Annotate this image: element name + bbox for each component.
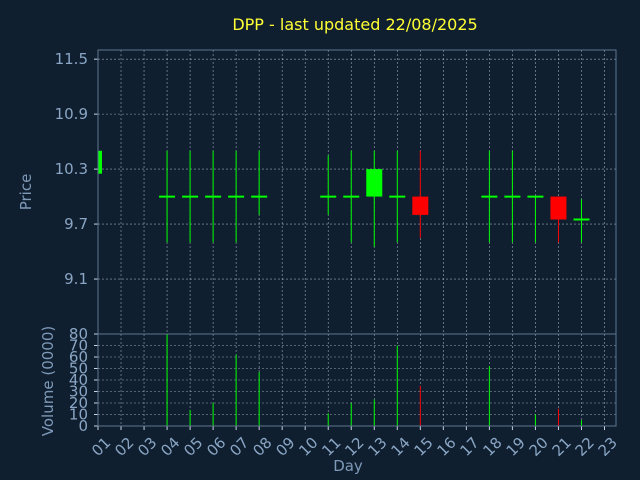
x-tick-labels: 0102030405060708091011121314151617181920… [88, 426, 621, 460]
candle [550, 196, 567, 243]
price-tick-label: 10.9 [55, 105, 88, 123]
candle [412, 150, 429, 238]
price-tick-label: 9.7 [64, 215, 88, 233]
candle [97, 150, 102, 174]
candle [159, 150, 176, 243]
volume-grid [98, 334, 616, 426]
candle [366, 150, 383, 247]
volume-tick-labels: 80706050403020100 [69, 325, 98, 435]
price-panel-frame [97, 49, 617, 335]
volume-tick-label: 0 [78, 417, 88, 435]
volume-axis-label: Volume (0000) [39, 326, 57, 436]
candles [97, 150, 590, 247]
candle-body [550, 196, 567, 220]
chart: DPP - last updated 22/08/2025 Price Volu… [17, 15, 621, 475]
price-tick-label: 11.5 [55, 50, 88, 68]
candle-body [366, 169, 383, 197]
candle [573, 199, 590, 243]
candle [481, 150, 498, 243]
candle [504, 150, 521, 243]
price-tick-labels: 11.5 10.9 10.3 9.7 9.1 [55, 50, 98, 288]
x-tick-label: 23 [595, 434, 621, 460]
price-tick-label: 9.1 [64, 270, 88, 288]
x-axis-label: Day [333, 457, 363, 475]
candle [320, 155, 337, 215]
candle [228, 150, 245, 243]
candle [182, 150, 199, 243]
candle [389, 150, 406, 243]
candle [205, 150, 222, 243]
chart-title: DPP - last updated 22/08/2025 [232, 15, 477, 34]
price-tick-label: 10.3 [55, 160, 88, 178]
candle [527, 195, 544, 243]
price-axis-label: Price [17, 174, 35, 211]
candle [251, 150, 268, 215]
price-grid [98, 50, 616, 334]
candle-body [412, 196, 429, 215]
candle-body [98, 150, 102, 174]
candle [343, 150, 360, 243]
